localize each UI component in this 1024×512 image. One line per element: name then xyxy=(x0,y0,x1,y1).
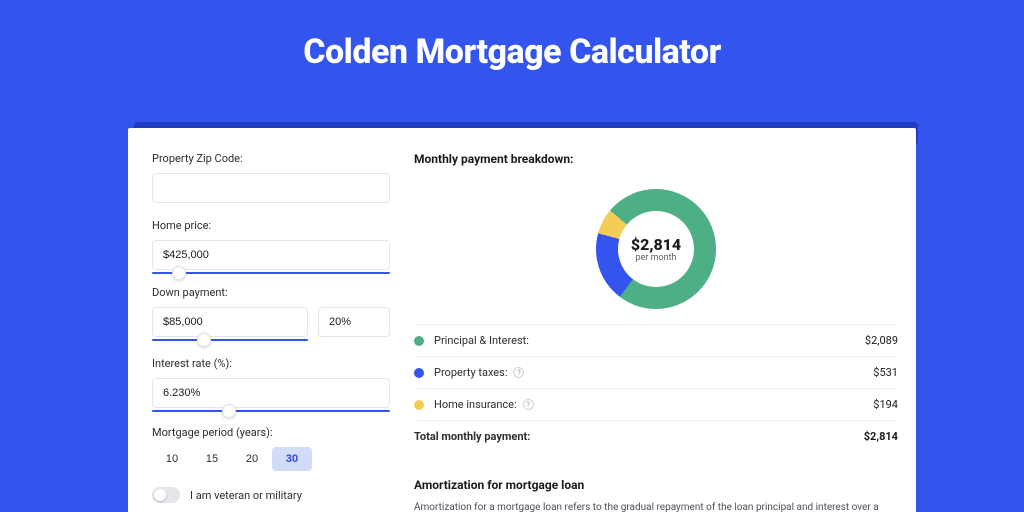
info-icon[interactable]: ? xyxy=(513,367,524,378)
period-btn-15[interactable]: 15 xyxy=(192,447,232,471)
legend-row-insurance: Home insurance: ? $194 xyxy=(414,389,898,421)
period-btn-10[interactable]: 10 xyxy=(152,447,192,471)
interest-slider-thumb[interactable] xyxy=(222,404,236,418)
calculator-card: Property Zip Code: Home price: Down paym… xyxy=(128,128,916,512)
legend-row-principal: Principal & Interest: $2,089 xyxy=(414,325,898,357)
legend-label-total: Total monthly payment: xyxy=(414,430,864,443)
legend-val-principal: $2,089 xyxy=(865,334,898,347)
period-options: 10 15 20 30 xyxy=(152,447,390,471)
legend-val-taxes: $531 xyxy=(873,366,898,379)
home-price-group: Home price: xyxy=(152,219,390,270)
legend-row-total: Total monthly payment: $2,814 xyxy=(414,421,898,452)
swatch-principal xyxy=(414,336,424,346)
page-title: Colden Mortgage Calculator xyxy=(0,0,1024,94)
legend-val-total: $2,814 xyxy=(864,430,898,443)
period-btn-20[interactable]: 20 xyxy=(232,447,272,471)
interest-group: Interest rate (%): xyxy=(152,357,390,408)
home-price-label: Home price: xyxy=(152,219,390,232)
legend-label-principal: Principal & Interest: xyxy=(434,334,865,347)
down-payment-label: Down payment: xyxy=(152,286,390,299)
home-price-input[interactable] xyxy=(152,240,390,270)
period-group: Mortgage period (years): 10 15 20 30 xyxy=(152,426,390,471)
veteran-label: I am veteran or military xyxy=(190,489,302,502)
down-payment-pct-input[interactable] xyxy=(318,307,390,337)
down-payment-slider-thumb[interactable] xyxy=(197,333,211,347)
interest-input[interactable] xyxy=(152,378,390,408)
legend-row-taxes: Property taxes: ? $531 xyxy=(414,357,898,389)
down-payment-amount-input[interactable] xyxy=(152,307,308,337)
legend-label-taxes: Property taxes: ? xyxy=(434,366,873,379)
period-btn-30[interactable]: 30 xyxy=(272,447,312,471)
veteran-row: I am veteran or military xyxy=(152,487,390,503)
donut-chart: $2,814 per month xyxy=(596,189,716,309)
veteran-toggle[interactable] xyxy=(152,487,180,503)
breakdown-heading: Monthly payment breakdown: xyxy=(414,152,898,166)
info-icon[interactable]: ? xyxy=(523,399,534,410)
legend-val-insurance: $194 xyxy=(873,398,898,411)
zip-group: Property Zip Code: xyxy=(152,152,390,203)
amortization-text: Amortization for a mortgage loan refers … xyxy=(414,500,898,512)
swatch-taxes xyxy=(414,368,424,378)
donut-sub: per month xyxy=(635,253,676,263)
donut-amount: $2,814 xyxy=(631,235,681,254)
legend-label-insurance-text: Home insurance: xyxy=(434,398,517,411)
legend: Principal & Interest: $2,089 Property ta… xyxy=(414,324,898,452)
legend-label-insurance: Home insurance: ? xyxy=(434,398,873,411)
interest-slider-track[interactable] xyxy=(152,410,390,412)
input-panel: Property Zip Code: Home price: Down paym… xyxy=(152,152,390,512)
home-price-slider-thumb[interactable] xyxy=(172,266,186,280)
down-payment-slider-track[interactable] xyxy=(152,339,308,341)
swatch-insurance xyxy=(414,400,424,410)
zip-input[interactable] xyxy=(152,173,390,203)
breakdown-panel: Monthly payment breakdown: $2,814 per mo… xyxy=(414,152,898,512)
donut-chart-area: $2,814 per month xyxy=(414,174,898,324)
zip-label: Property Zip Code: xyxy=(152,152,390,165)
amortization-heading: Amortization for mortgage loan xyxy=(414,478,898,492)
down-payment-group: Down payment: xyxy=(152,286,390,337)
period-label: Mortgage period (years): xyxy=(152,426,390,439)
legend-label-taxes-text: Property taxes: xyxy=(434,366,507,379)
amortization-section: Amortization for mortgage loan Amortizat… xyxy=(414,466,898,512)
interest-label: Interest rate (%): xyxy=(152,357,390,370)
donut-center: $2,814 per month xyxy=(618,211,694,287)
home-price-slider-track[interactable] xyxy=(152,272,390,274)
